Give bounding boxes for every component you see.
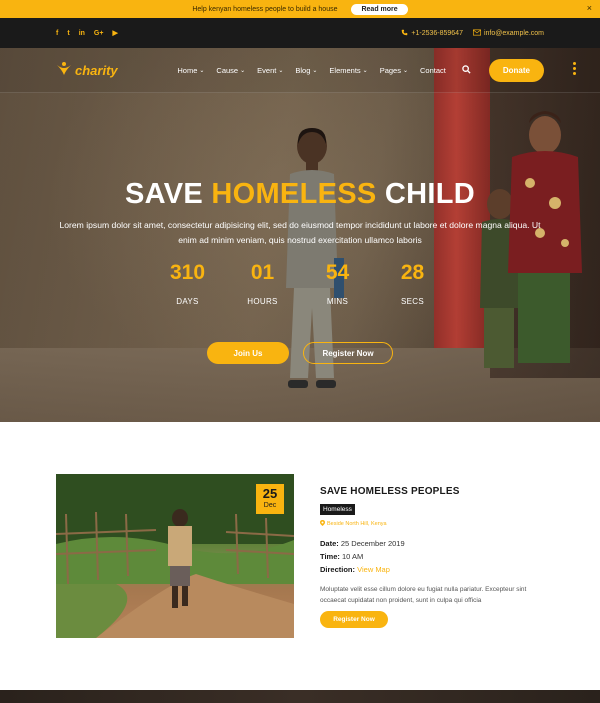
event-title[interactable]: SAVE HOMELESS PEOPLES [320,486,550,497]
chevron-down-icon: ⌄ [278,67,284,74]
event-description: Moluptate velit esse cillum dolore eu fu… [320,586,527,604]
event-direction-row: Direction: View Map [320,563,550,576]
event-meta: Date: 25 December 2019 Time: 10 AM Direc… [320,537,550,576]
main-menu: Home ⌄ Cause ⌄ Event ⌄ Blog ⌄ Elements ⌄ Page… [177,58,544,82]
linkedin-icon[interactable]: in [79,30,85,37]
chevron-down-icon: ⌄ [312,67,318,74]
countdown-label: HOURS [247,297,278,306]
hero-actions: Join Us Register Now [0,342,600,364]
menu-item-pages[interactable]: Pages ⌄ [380,66,408,75]
top-info-bar: f t in G+ ▶ +1-2536-859647 info@example.… [0,18,600,48]
facebook-icon[interactable]: f [56,30,58,37]
menu-item-event[interactable]: Event ⌄ [257,66,283,75]
site-logo[interactable]: charity [56,61,118,80]
chevron-down-icon: ⌄ [402,67,409,74]
more-options-icon[interactable] [573,62,576,75]
countdown-mins: 54 MINS [300,262,375,306]
join-us-button[interactable]: Join Us [207,342,289,364]
countdown-label: DAYS [176,297,199,306]
menu-label: Elements [329,65,361,75]
footer-preview [0,690,600,703]
event-location: Beside North Hill, Kenya [320,520,550,528]
countdown-timer: 310 DAYS 01 HOURS 54 MINS 28 SECS [150,262,450,306]
google-plus-icon[interactable]: G+ [94,30,104,37]
hero-title: SAVE HOMELESS CHILD [0,178,600,211]
social-links: f t in G+ ▶ [56,30,118,37]
event-direction-label: Direction: [320,565,356,574]
menu-label: Blog [295,65,311,75]
search-icon[interactable] [462,64,471,76]
countdown-secs: 28 SECS [375,262,450,306]
close-icon[interactable]: × [587,3,592,13]
map-pin-icon [320,520,325,528]
event-time-row: Time: 10 AM [320,550,550,563]
menu-label: Pages [379,65,401,75]
announcement-bar: Help kenyan homeless people to build a h… [0,0,600,18]
email-address: info@example.com [483,29,544,37]
menu-label: Event [257,65,277,75]
countdown-label: MINS [326,297,349,306]
email-contact[interactable]: info@example.com [472,29,544,38]
hero-title-part2: CHILD [384,178,475,210]
donate-button[interactable]: Donate [488,58,544,82]
countdown-value: 54 [325,261,350,284]
event-date-row: Date: 25 December 2019 [320,537,550,550]
event-details: SAVE HOMELESS PEOPLES Homeless Beside No… [320,486,550,606]
menu-item-home[interactable]: Home ⌄ [177,66,204,75]
countdown-hours: 01 HOURS [225,262,300,306]
phone-icon [401,29,408,38]
chevron-down-icon: ⌄ [362,67,368,74]
event-date-value: 25 December 2019 [340,539,405,548]
announcement-text: Help kenyan homeless people to build a h… [192,5,338,13]
menu-label: Cause [216,65,239,75]
menu-item-elements[interactable]: Elements ⌄ [329,66,367,75]
countdown-value: 01 [250,261,275,284]
event-date-month: Dec [263,502,277,509]
countdown-label: SECS [401,297,424,306]
twitter-icon[interactable]: t [67,30,69,37]
event-date-label: Date: [320,539,339,548]
hero-title-part1: SAVE [124,178,204,210]
hero-title-highlight: HOMELESS [211,178,377,210]
countdown-value: 28 [400,261,425,284]
logo-person-icon [56,61,72,80]
menu-label: Home [177,65,198,75]
chevron-down-icon: ⌄ [199,67,205,74]
phone-number: +1-2536-859647 [411,29,463,37]
mail-icon [472,29,481,38]
menu-item-blog[interactable]: Blog ⌄ [295,66,317,75]
event-time-value: 10 AM [341,552,364,561]
hero-description: Lorem ipsum dolor sit amet, consectetur … [59,220,541,245]
event-date-badge: 25 Dec [256,484,284,514]
event-location-text: Beside North Hill, Kenya [327,521,387,527]
countdown-days: 310 DAYS [150,262,225,306]
event-tag[interactable]: Homeless [320,504,355,515]
menu-item-contact[interactable]: Contact [420,66,446,75]
youtube-icon[interactable]: ▶ [112,30,117,37]
menu-item-cause[interactable]: Cause ⌄ [216,66,245,75]
countdown-value: 310 [169,261,206,284]
event-register-button[interactable]: Register Now [320,611,388,628]
menu-label: Contact [420,65,446,75]
main-navbar: charity Home ⌄ Cause ⌄ Event ⌄ Blog ⌄ Elemen… [0,48,600,93]
register-now-button[interactable]: Register Now [303,342,393,364]
logo-text: charity [75,62,118,78]
event-time-label: Time: [320,552,340,561]
event-date-day: 25 [262,486,278,501]
contact-info: +1-2536-859647 info@example.com [401,29,544,38]
chevron-down-icon: ⌄ [240,67,246,74]
read-more-button[interactable]: Read more [351,3,408,15]
phone-contact[interactable]: +1-2536-859647 [401,29,463,38]
view-map-link[interactable]: View Map [357,565,390,574]
